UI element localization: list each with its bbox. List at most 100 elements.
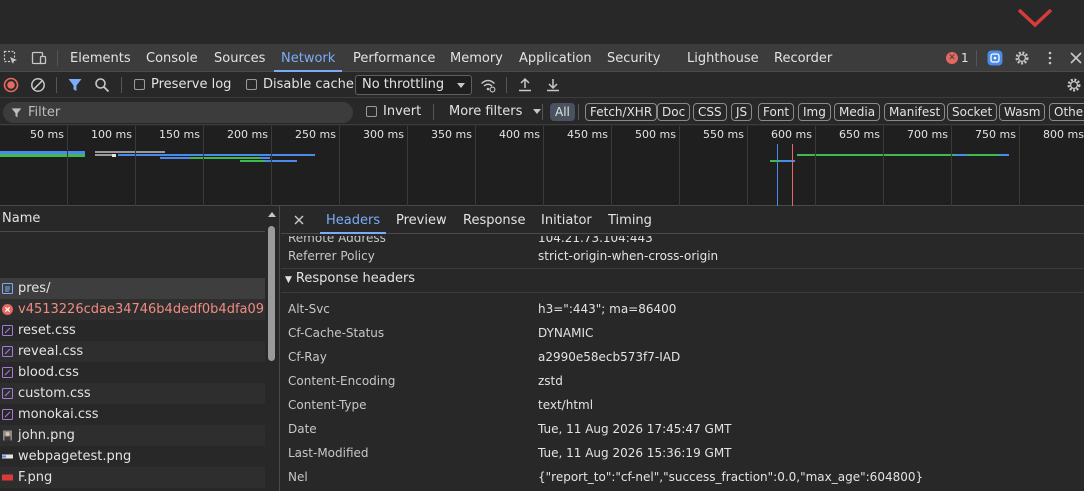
tab-security[interactable]: Security — [607, 44, 660, 72]
request-row[interactable]: webpagetest.png — [0, 446, 265, 467]
chip-wasm[interactable]: Wasm — [999, 103, 1046, 121]
timeline-bar — [240, 160, 265, 162]
search-icon[interactable] — [94, 77, 110, 93]
timeline-tick-label: 100 ms — [91, 128, 132, 141]
divider — [281, 292, 1084, 293]
divider — [578, 104, 579, 120]
request-row[interactable]: pres/ — [0, 278, 265, 299]
response-headers-toggle[interactable]: ▼ Response headers — [285, 271, 415, 286]
timeline-tick-label: 500 ms — [635, 128, 676, 141]
request-name: reset.css — [18, 323, 76, 338]
import-har-icon[interactable] — [517, 77, 533, 93]
scrollbar-thumb[interactable] — [268, 226, 275, 361]
chip-img[interactable]: Img — [798, 103, 831, 121]
tab-headers[interactable]: Headers — [320, 206, 387, 234]
tab-preview[interactable]: Preview — [396, 206, 447, 234]
close-details-icon[interactable] — [293, 214, 305, 226]
chip-doc[interactable]: Doc — [657, 103, 691, 121]
scroll-up-icon[interactable] — [267, 210, 277, 218]
throttling-select[interactable]: No throttling — [355, 75, 472, 95]
request-row[interactable]: john.png — [0, 425, 265, 446]
chip-fetch-xhr[interactable]: Fetch/XHR — [585, 103, 658, 121]
stylesheet-icon — [2, 409, 13, 420]
header-key: Date — [288, 422, 317, 436]
chip-socket[interactable]: Socket — [947, 103, 998, 121]
load-event-marker — [792, 144, 793, 206]
tab-lighthouse[interactable]: Lighthouse — [687, 44, 759, 72]
timeline-gridline — [951, 126, 952, 206]
chip-js[interactable]: JS — [731, 103, 753, 121]
dropdown-caret-icon — [457, 83, 465, 88]
record-icon[interactable] — [3, 77, 19, 93]
tab-application[interactable]: Application — [519, 44, 592, 72]
clear-icon[interactable] — [30, 77, 46, 93]
gear-icon[interactable] — [1014, 50, 1030, 66]
timeline-tick-label: 750 ms — [975, 128, 1016, 141]
request-row[interactable]: blood.css — [0, 362, 265, 383]
timeline-gridline — [611, 126, 612, 206]
request-name: monokai.css — [18, 407, 99, 422]
chip-manifest[interactable]: Manifest — [884, 103, 946, 121]
header-key: Referrer Policy — [288, 249, 375, 263]
request-row[interactable]: v4513226cdae34746b4dedf0b4dfa09... — [0, 299, 265, 320]
disable-cache-label[interactable]: Disable cache — [263, 72, 354, 98]
chip-font[interactable]: Font — [758, 103, 795, 121]
request-row[interactable]: reset.css — [0, 320, 265, 341]
tab-elements[interactable]: Elements — [70, 44, 131, 72]
request-name: john.png — [18, 428, 75, 443]
request-name: v4513226cdae34746b4dedf0b4dfa09... — [18, 302, 265, 317]
tab-recorder[interactable]: Recorder — [774, 44, 832, 72]
error-icon: ✕ — [946, 52, 958, 64]
chip-other[interactable]: Other — [1049, 103, 1084, 121]
request-row[interactable]: reveal.css — [0, 341, 265, 362]
filter-icon[interactable] — [67, 77, 83, 93]
request-list-scrollbar[interactable] — [265, 206, 279, 491]
request-row[interactable]: custom.css — [0, 383, 265, 404]
chip-all[interactable]: All — [550, 103, 575, 121]
more-filters-button[interactable]: More filters — [449, 99, 541, 125]
request-row[interactable]: monokai.css — [0, 404, 265, 425]
more-filters-label: More filters — [449, 104, 523, 119]
tab-performance[interactable]: Performance — [353, 44, 435, 72]
chip-media[interactable]: Media — [834, 103, 881, 121]
filter-bar: Filter Invert More filters All Fetch/XHR… — [0, 99, 1084, 125]
tab-network[interactable]: Network — [274, 44, 343, 72]
timeline-tick-label: 350 ms — [431, 128, 472, 141]
column-header-name[interactable]: Name — [0, 206, 265, 232]
timeline-gridline — [883, 126, 884, 206]
filter-funnel-icon — [11, 108, 22, 118]
request-name: reveal.css — [18, 344, 84, 359]
browser-page-area — [0, 0, 1084, 44]
disable-cache-checkbox[interactable] — [246, 79, 257, 90]
filter-input[interactable]: Filter — [3, 102, 353, 123]
tab-sources[interactable]: Sources — [214, 44, 265, 72]
tab-memory[interactable]: Memory — [450, 44, 503, 72]
export-har-icon[interactable] — [545, 77, 561, 93]
invert-checkbox[interactable] — [366, 106, 377, 117]
timeline-gridline — [407, 126, 408, 206]
network-conditions-icon[interactable] — [480, 77, 496, 93]
error-counter[interactable]: ✕ 1 — [946, 50, 969, 66]
devtools-panel: Elements Console Sources Network Perform… — [0, 44, 1084, 491]
chevron-down-icon[interactable] — [1015, 4, 1055, 32]
device-toolbar-icon[interactable] — [31, 50, 47, 66]
inspect-element-icon[interactable] — [3, 50, 19, 66]
network-overview-timeline[interactable]: 50 ms 100 ms 150 ms 200 ms 250 ms 300 ms 350 m… — [0, 126, 1084, 206]
tab-initiator[interactable]: Initiator — [541, 206, 592, 234]
network-settings-gear-icon[interactable] — [1066, 77, 1082, 93]
tab-timing[interactable]: Timing — [608, 206, 652, 234]
ai-assistance-icon[interactable] — [987, 50, 1003, 66]
header-value: a2990e58ecb573f7-IAD — [538, 350, 681, 364]
tab-console[interactable]: Console — [146, 44, 198, 72]
close-icon[interactable] — [1068, 50, 1084, 66]
timeline-gridline — [747, 126, 748, 206]
chip-css[interactable]: CSS — [693, 103, 727, 121]
timeline-gridline — [339, 126, 340, 206]
tab-response[interactable]: Response — [463, 206, 525, 234]
more-options-icon[interactable] — [1042, 50, 1058, 66]
preserve-log-label[interactable]: Preserve log — [151, 72, 231, 98]
request-row[interactable]: F.png — [0, 467, 265, 488]
preserve-log-checkbox[interactable] — [134, 79, 145, 90]
timeline-bar — [95, 151, 165, 153]
invert-label[interactable]: Invert — [383, 99, 421, 125]
